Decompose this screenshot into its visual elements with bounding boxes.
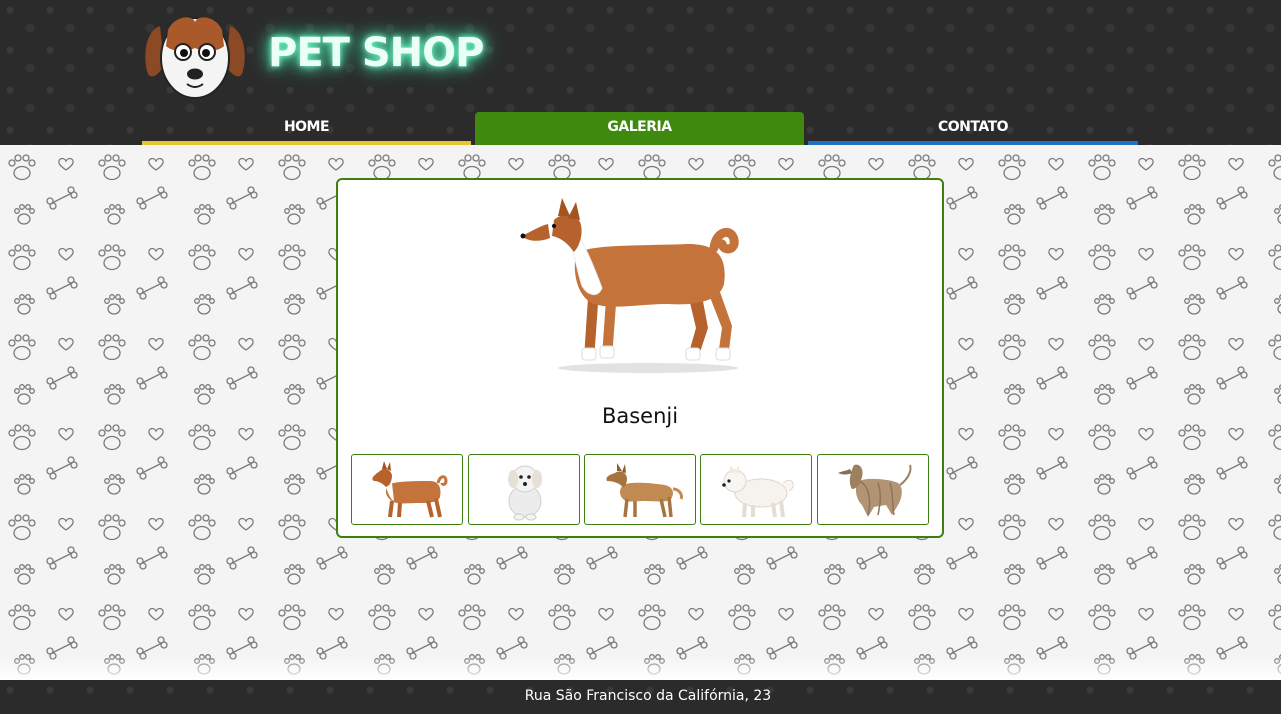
white-fluffy-dog-thumbnail-icon	[508, 465, 542, 521]
thumbnail-white-fluffy-dog[interactable]	[468, 454, 580, 525]
main-navigation: HOME GALERIA CONTATO	[142, 112, 1138, 145]
site-footer: Rua São Francisco da Califórnia, 23	[0, 680, 1281, 714]
nav-home[interactable]: HOME	[142, 112, 471, 145]
basenji-thumbnail-icon	[372, 461, 448, 518]
selected-dog-caption: Basenji	[601, 404, 679, 428]
gallery-card: Basenji	[336, 178, 944, 538]
thumbnail-basenji[interactable]	[351, 454, 463, 525]
thumbnail-strip	[351, 454, 931, 526]
footer-address: Rua São Francisco da Califórnia, 23	[524, 688, 772, 704]
white-spitz-thumbnail-icon	[722, 465, 794, 518]
thumbnail-afghan-hound[interactable]	[817, 454, 929, 525]
site-title: PET SHOP	[268, 30, 484, 76]
thumbnail-white-spitz[interactable]	[700, 454, 812, 525]
afghan-hound-thumbnail-icon	[838, 464, 912, 517]
thumbnail-tan-dog[interactable]	[584, 454, 696, 525]
site-header: PET SHOP HOME GALERIA CONTATO	[0, 0, 1281, 145]
nav-contato[interactable]: CONTATO	[808, 112, 1138, 145]
dog-logo-icon[interactable]	[142, 8, 248, 104]
tan-dog-thumbnail-icon	[606, 463, 683, 518]
basenji-photo	[520, 198, 739, 373]
nav-galeria[interactable]: GALERIA	[475, 112, 804, 145]
